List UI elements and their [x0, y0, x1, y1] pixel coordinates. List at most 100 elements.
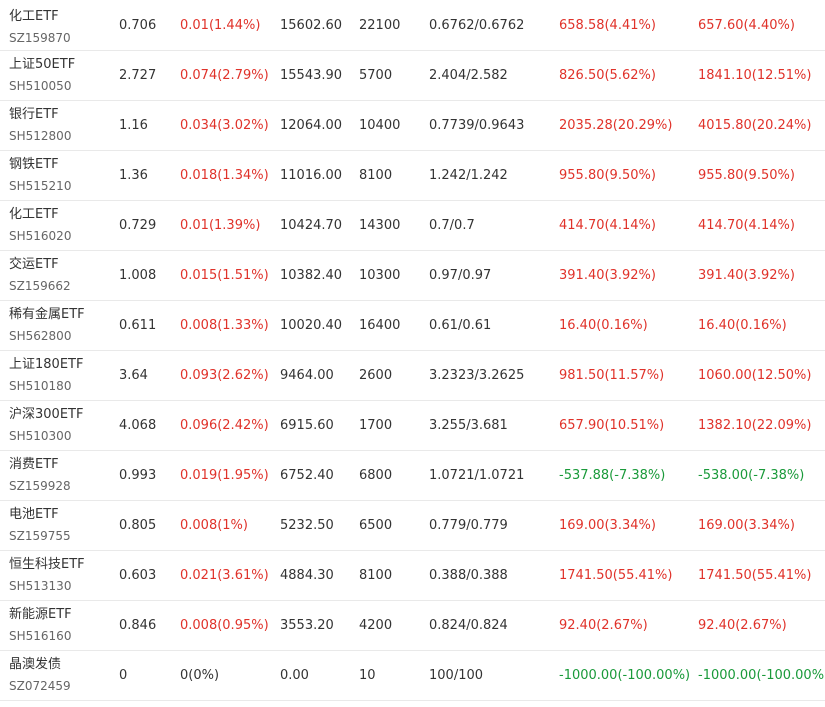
table-row[interactable]: 晶澳发债 SZ072459 0 0(0%) 0.00 10 100/100 -1… [0, 651, 825, 701]
cost-price: 0.388/0.388 [429, 568, 508, 583]
table-row[interactable]: 稀有金属ETF SH562800 0.611 0.008(1.33%) 1002… [0, 301, 825, 351]
fund-name-cell: 上证180ETF SH510180 [9, 351, 83, 400]
cost-price: 0.6762/0.6762 [429, 17, 525, 33]
table-row[interactable]: 钢铁ETF SH515210 1.36 0.018(1.34%) 11016.0… [0, 151, 825, 201]
profit-loss-b: 4015.80(20.24%) [698, 118, 812, 133]
fund-code: SH510300 [9, 429, 72, 443]
fund-code: SH512800 [9, 129, 72, 143]
holding-quantity: 1700 [359, 418, 393, 433]
cost-price: 0.97/0.97 [429, 268, 492, 283]
fund-name[interactable]: 银行ETF [9, 106, 59, 124]
holding-quantity: 5700 [359, 68, 393, 83]
holding-quantity: 2600 [359, 368, 393, 383]
market-value: 15543.90 [280, 68, 343, 83]
table-row[interactable]: 银行ETF SH512800 1.16 0.034(3.02%) 12064.0… [0, 101, 825, 151]
fund-name[interactable]: 交运ETF [9, 256, 59, 274]
holding-quantity: 8100 [359, 168, 393, 183]
market-value: 3553.20 [280, 618, 334, 633]
fund-name[interactable]: 上证50ETF [9, 56, 75, 74]
profit-loss-a: 414.70(4.14%) [559, 218, 656, 233]
fund-name[interactable]: 消费ETF [9, 456, 59, 474]
holding-quantity: 22100 [359, 17, 401, 33]
fund-name[interactable]: 上证180ETF [9, 356, 83, 374]
table-row[interactable]: 化工ETF SZ159870 0.706 0.01(1.44%) 15602.6… [0, 0, 825, 51]
fund-name[interactable]: 沪深300ETF [9, 406, 83, 424]
profit-loss-b: 955.80(9.50%) [698, 168, 795, 183]
price-change: 0.093(2.62%) [180, 368, 269, 383]
fund-code: SH515210 [9, 179, 72, 193]
cost-price: 3.2323/3.2625 [429, 368, 525, 383]
cost-price: 100/100 [429, 668, 484, 683]
fund-name[interactable]: 新能源ETF [9, 606, 72, 624]
table-row[interactable]: 消费ETF SZ159928 0.993 0.019(1.95%) 6752.4… [0, 451, 825, 501]
market-value: 10020.40 [280, 318, 343, 333]
table-row[interactable]: 电池ETF SZ159755 0.805 0.008(1%) 5232.50 6… [0, 501, 825, 551]
profit-loss-a: -1000.00(-100.00%) [559, 668, 691, 683]
fund-code: SH516160 [9, 629, 72, 643]
table-row[interactable]: 恒生科技ETF SH513130 0.603 0.021(3.61%) 4884… [0, 551, 825, 601]
price-change: 0.019(1.95%) [180, 468, 269, 483]
table-row[interactable]: 新能源ETF SH516160 0.846 0.008(0.95%) 3553.… [0, 601, 825, 651]
holding-quantity: 10 [359, 668, 376, 683]
fund-name[interactable]: 晶澳发债 [9, 656, 61, 674]
fund-code: SH562800 [9, 329, 72, 343]
profit-loss-b: 1841.10(12.51%) [698, 68, 812, 83]
holding-quantity: 6500 [359, 518, 393, 533]
current-price: 0.846 [119, 618, 157, 633]
table-row[interactable]: 交运ETF SZ159662 1.008 0.015(1.51%) 10382.… [0, 251, 825, 301]
market-value: 0.00 [280, 668, 309, 683]
fund-name[interactable]: 恒生科技ETF [9, 556, 85, 574]
holding-quantity: 16400 [359, 318, 401, 333]
price-change: 0.008(0.95%) [180, 618, 269, 633]
price-change: 0.015(1.51%) [180, 268, 269, 283]
holding-quantity: 10400 [359, 118, 401, 133]
current-price: 2.727 [119, 68, 157, 83]
profit-loss-b: 391.40(3.92%) [698, 268, 795, 283]
fund-code: SZ159662 [9, 279, 71, 293]
fund-name[interactable]: 化工ETF [9, 206, 59, 224]
profit-loss-b: 169.00(3.34%) [698, 518, 795, 533]
fund-code: SH513130 [9, 579, 72, 593]
fund-name[interactable]: 稀有金属ETF [9, 306, 85, 324]
profit-loss-b: 1741.50(55.41%) [698, 568, 812, 583]
profit-loss-b: 1060.00(12.50%) [698, 368, 812, 383]
holdings-table: 化工ETF SZ159870 0.706 0.01(1.44%) 15602.6… [0, 0, 825, 701]
profit-loss-a: 169.00(3.34%) [559, 518, 656, 533]
table-row[interactable]: 上证50ETF SH510050 2.727 0.074(2.79%) 1554… [0, 51, 825, 101]
profit-loss-a: 2035.28(20.29%) [559, 118, 673, 133]
fund-code: SZ159870 [9, 30, 71, 45]
price-change: 0(0%) [180, 668, 220, 683]
table-row[interactable]: 化工ETF SH516020 0.729 0.01(1.39%) 10424.7… [0, 201, 825, 251]
table-row[interactable]: 沪深300ETF SH510300 4.068 0.096(2.42%) 691… [0, 401, 825, 451]
cost-price: 0.7/0.7 [429, 218, 475, 233]
profit-loss-b: -538.00(-7.38%) [698, 468, 805, 483]
fund-name[interactable]: 电池ETF [9, 506, 59, 524]
fund-name-cell: 电池ETF SZ159755 [9, 501, 71, 550]
profit-loss-b: 16.40(0.16%) [698, 318, 787, 333]
profit-loss-b: 1382.10(22.09%) [698, 418, 812, 433]
price-change: 0.096(2.42%) [180, 418, 269, 433]
fund-name[interactable]: 钢铁ETF [9, 156, 59, 174]
price-change: 0.008(1%) [180, 518, 248, 533]
cost-price: 0.61/0.61 [429, 318, 492, 333]
cost-price: 1.242/1.242 [429, 168, 508, 183]
price-change: 0.034(3.02%) [180, 118, 269, 133]
price-change: 0.074(2.79%) [180, 68, 269, 83]
current-price: 0.805 [119, 518, 157, 533]
current-price: 0.993 [119, 468, 157, 483]
fund-code: SZ072459 [9, 679, 71, 693]
fund-name-cell: 恒生科技ETF SH513130 [9, 551, 85, 600]
market-value: 4884.30 [280, 568, 334, 583]
current-price: 0 [119, 668, 128, 683]
profit-loss-a: 981.50(11.57%) [559, 368, 665, 383]
profit-loss-b: 92.40(2.67%) [698, 618, 787, 633]
table-row[interactable]: 上证180ETF SH510180 3.64 0.093(2.62%) 9464… [0, 351, 825, 401]
profit-loss-a: 16.40(0.16%) [559, 318, 648, 333]
profit-loss-a: 826.50(5.62%) [559, 68, 656, 83]
profit-loss-a: -537.88(-7.38%) [559, 468, 666, 483]
fund-name[interactable]: 化工ETF [9, 8, 59, 26]
fund-name-cell: 新能源ETF SH516160 [9, 601, 72, 650]
fund-name-cell: 化工ETF SH516020 [9, 201, 71, 250]
fund-name-cell: 交运ETF SZ159662 [9, 251, 71, 300]
current-price: 1.36 [119, 168, 148, 183]
